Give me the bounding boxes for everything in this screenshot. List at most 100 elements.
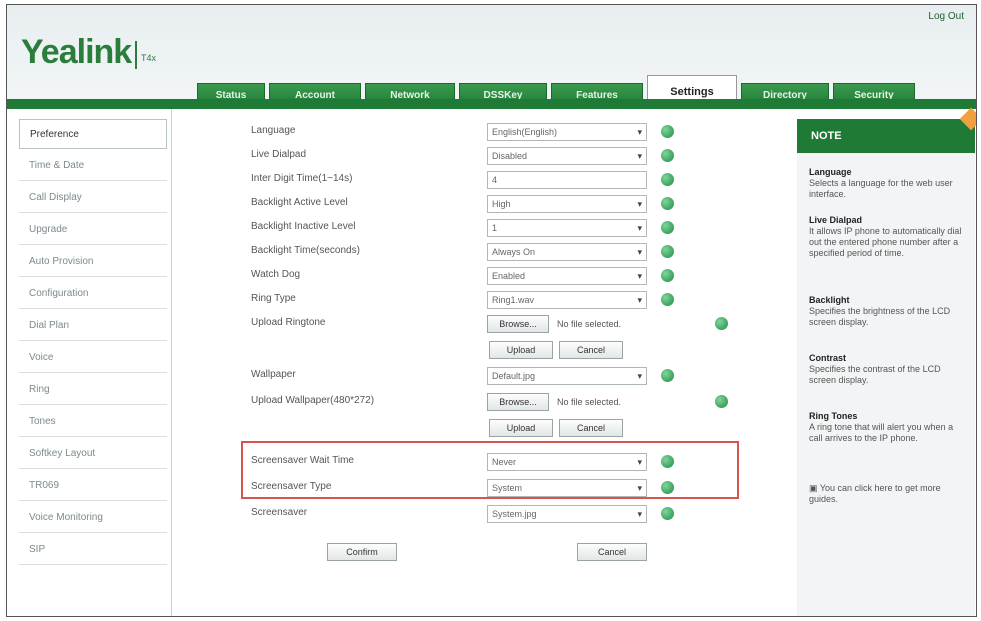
header-green-bar (7, 99, 976, 109)
ring-type-select[interactable]: Ring1.wav ▾ (487, 291, 647, 309)
note-section-backlight: Backlight Specifies the brightness of the… (809, 295, 951, 327)
note-section-language: Language Selects a language for the web u… (809, 167, 953, 199)
browser-frame: Yealink T4x Log Out Status Account Netwo… (6, 4, 977, 617)
row-form-actions: Confirm Cancel (177, 543, 777, 565)
chevron-down-icon: ▾ (637, 223, 642, 233)
screensaver-select[interactable]: System.jpg ▾ (487, 505, 647, 523)
help-icon[interactable] (715, 317, 728, 330)
note-section-live-dialpad: Live Dialpad It allows IP phone to automa… (809, 215, 962, 258)
help-icon[interactable] (661, 197, 674, 210)
language-select[interactable]: English(English) ▾ (487, 123, 647, 141)
backlight-time-select[interactable]: Always On ▾ (487, 243, 647, 261)
help-icon[interactable] (661, 173, 674, 186)
help-icon[interactable] (661, 507, 674, 520)
chevron-down-icon: ▾ (637, 509, 642, 519)
help-icon[interactable] (661, 269, 674, 282)
wallpaper-file-status: No file selected. (557, 397, 622, 407)
sidebar-item-configuration[interactable]: Configuration (19, 279, 167, 309)
help-icon[interactable] (715, 395, 728, 408)
row-watch-dog: Watch Dog Enabled ▾ (177, 265, 777, 287)
sidebar-item-sip[interactable]: SIP (19, 535, 167, 565)
row-backlight-inactive: Backlight Inactive Level 1 ▾ (177, 217, 777, 239)
row-ringtone-actions: Upload Cancel (177, 339, 777, 361)
confirm-button[interactable]: Confirm (327, 543, 397, 561)
backlight-active-select[interactable]: High ▾ (487, 195, 647, 213)
note-footer-link[interactable]: ▣ You can click here to get more guides. (809, 483, 969, 505)
brand-logo: Yealink (21, 33, 132, 71)
row-inter-digit-time: Inter Digit Time(1~14s) 4 (177, 169, 777, 191)
upload-wallpaper-highlight (241, 441, 739, 499)
chevron-down-icon: ▾ (637, 371, 642, 381)
row-wallpaper-actions: Upload Cancel (177, 417, 777, 439)
browse-wallpaper-button[interactable]: Browse... (487, 393, 549, 411)
logout-link[interactable]: Log Out (928, 11, 964, 22)
cancel-wallpaper-button[interactable]: Cancel (559, 419, 623, 437)
sidebar-item-ring[interactable]: Ring (19, 375, 167, 405)
watch-dog-select[interactable]: Enabled ▾ (487, 267, 647, 285)
row-screensaver: Screensaver System.jpg ▾ (177, 503, 777, 525)
upload-wallpaper-button[interactable]: Upload (489, 419, 553, 437)
wallpaper-label: Wallpaper (251, 369, 296, 380)
sidebar-item-tones[interactable]: Tones (19, 407, 167, 437)
sidebar-item-dial-plan[interactable]: Dial Plan (19, 311, 167, 341)
inter-digit-time-label: Inter Digit Time(1~14s) (251, 173, 353, 184)
live-dialpad-select[interactable]: Disabled ▾ (487, 147, 647, 165)
help-book-icon: ▣ (809, 483, 820, 493)
chevron-down-icon: ▾ (637, 247, 642, 257)
help-icon[interactable] (661, 293, 674, 306)
ringtone-file-status: No file selected. (557, 319, 622, 329)
screensaver-label: Screensaver (251, 507, 308, 518)
sidebar-item-voice[interactable]: Voice (19, 343, 167, 373)
note-panel: NOTE Language Selects a language for the … (797, 107, 976, 616)
chevron-down-icon: ▾ (637, 127, 642, 137)
backlight-inactive-label: Backlight Inactive Level (251, 221, 356, 232)
logo-divider (135, 41, 137, 69)
help-icon[interactable] (661, 369, 674, 382)
chevron-down-icon: ▾ (637, 151, 642, 161)
browse-ringtone-button[interactable]: Browse... (487, 315, 549, 333)
row-backlight-time: Backlight Time(seconds) Always On ▾ (177, 241, 777, 263)
live-dialpad-label: Live Dialpad (251, 149, 307, 160)
sidebar: Preference Time & Date Call Display Upgr… (19, 119, 167, 567)
note-section-contrast: Contrast Specifies the contrast of the LC… (809, 353, 941, 385)
upload-ringtone-label: Upload Ringtone (251, 317, 326, 328)
chevron-down-icon: ▾ (637, 295, 642, 305)
upload-ringtone-button[interactable]: Upload (489, 341, 553, 359)
help-icon[interactable] (661, 149, 674, 162)
backlight-inactive-select[interactable]: 1 ▾ (487, 219, 647, 237)
ring-type-label: Ring Type (251, 293, 296, 304)
row-upload-wallpaper: Upload Wallpaper(480*272) Browse... No f… (177, 391, 777, 413)
wallpaper-select[interactable]: Default.jpg ▾ (487, 367, 647, 385)
backlight-time-label: Backlight Time(seconds) (251, 245, 360, 256)
row-live-dialpad: Live Dialpad Disabled ▾ (177, 145, 777, 167)
help-icon[interactable] (661, 221, 674, 234)
backlight-active-label: Backlight Active Level (251, 197, 348, 208)
help-icon[interactable] (661, 245, 674, 258)
watch-dog-label: Watch Dog (251, 269, 301, 280)
row-wallpaper: Wallpaper Default.jpg ▾ (177, 365, 777, 387)
language-label: Language (251, 125, 296, 136)
sidebar-item-auto-provision[interactable]: Auto Provision (19, 247, 167, 277)
chevron-down-icon: ▾ (637, 271, 642, 281)
cancel-ringtone-button[interactable]: Cancel (559, 341, 623, 359)
header-bar: Yealink T4x Log Out Status Account Netwo… (7, 5, 976, 109)
sidebar-item-upgrade[interactable]: Upgrade (19, 215, 167, 245)
chevron-down-icon: ▾ (637, 199, 642, 209)
sidebar-item-preference[interactable]: Preference (19, 119, 167, 149)
upload-wallpaper-label: Upload Wallpaper(480*272) (251, 395, 375, 406)
sidebar-divider (171, 109, 172, 616)
row-ring-type: Ring Type Ring1.wav ▾ (177, 289, 777, 311)
sidebar-item-time-date[interactable]: Time & Date (19, 151, 167, 181)
inter-digit-time-input[interactable]: 4 (487, 171, 647, 189)
cancel-button[interactable]: Cancel (577, 543, 647, 561)
help-icon[interactable] (661, 125, 674, 138)
row-language: Language English(English) ▾ (177, 121, 777, 143)
sidebar-item-softkey-layout[interactable]: Softkey Layout (19, 439, 167, 469)
sidebar-item-tr069[interactable]: TR069 (19, 471, 167, 501)
note-title: NOTE (797, 119, 975, 153)
sidebar-item-voice-monitoring[interactable]: Voice Monitoring (19, 503, 167, 533)
row-backlight-active: Backlight Active Level High ▾ (177, 193, 777, 215)
row-upload-ringtone: Upload Ringtone Browse... No file select… (177, 313, 777, 335)
sidebar-item-call-display[interactable]: Call Display (19, 183, 167, 213)
brand-tag: T4x (141, 53, 157, 63)
